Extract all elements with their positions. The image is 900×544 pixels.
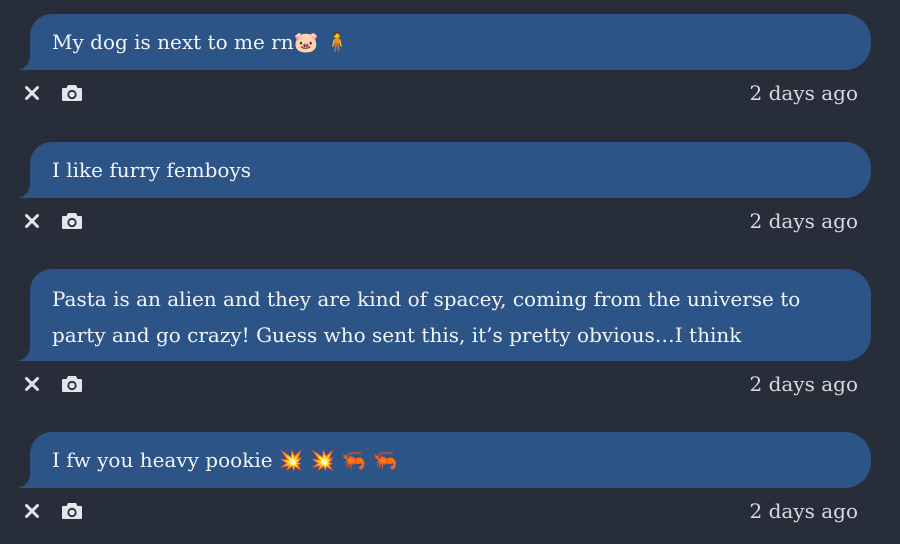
close-icon [25,214,39,228]
message-bubble: My dog is next to me rn🐷 🧍 [6,14,871,70]
message-timestamp: 2 days ago [749,499,859,523]
delete-button[interactable] [19,498,45,524]
delete-button[interactable] [19,208,45,234]
message-bubble: I fw you heavy pookie 💥 💥 🦐 🦐 [6,432,871,488]
message-actions: 2 days ago [0,80,900,110]
message-text: I fw you heavy pookie 💥 💥 🦐 🦐 [52,448,398,472]
screenshot-button[interactable] [59,371,85,397]
message-bubble: Pasta is an alien and they are kind of s… [6,269,871,361]
camera-icon [62,376,82,392]
close-icon [25,504,39,518]
delete-button[interactable] [19,80,45,106]
message-actions: 2 days ago [0,371,900,401]
message-bubble: I like furry femboys [6,142,871,198]
message-actions: 2 days ago [0,498,900,528]
camera-icon [62,503,82,519]
camera-icon [62,213,82,229]
message-text: Pasta is an alien and they are kind of s… [52,287,801,347]
screenshot-button[interactable] [59,208,85,234]
message-text: I like furry femboys [52,158,252,182]
screenshot-button[interactable] [59,498,85,524]
camera-icon [62,85,82,101]
message-timestamp: 2 days ago [749,81,859,105]
message-feed: My dog is next to me rn🐷 🧍 2 days ago I … [0,0,900,544]
screenshot-button[interactable] [59,80,85,106]
message-actions: 2 days ago [0,208,900,238]
message-timestamp: 2 days ago [749,372,859,396]
message-timestamp: 2 days ago [749,209,859,233]
close-icon [25,377,39,391]
message-text: My dog is next to me rn🐷 🧍 [52,30,350,54]
close-icon [25,86,39,100]
delete-button[interactable] [19,371,45,397]
